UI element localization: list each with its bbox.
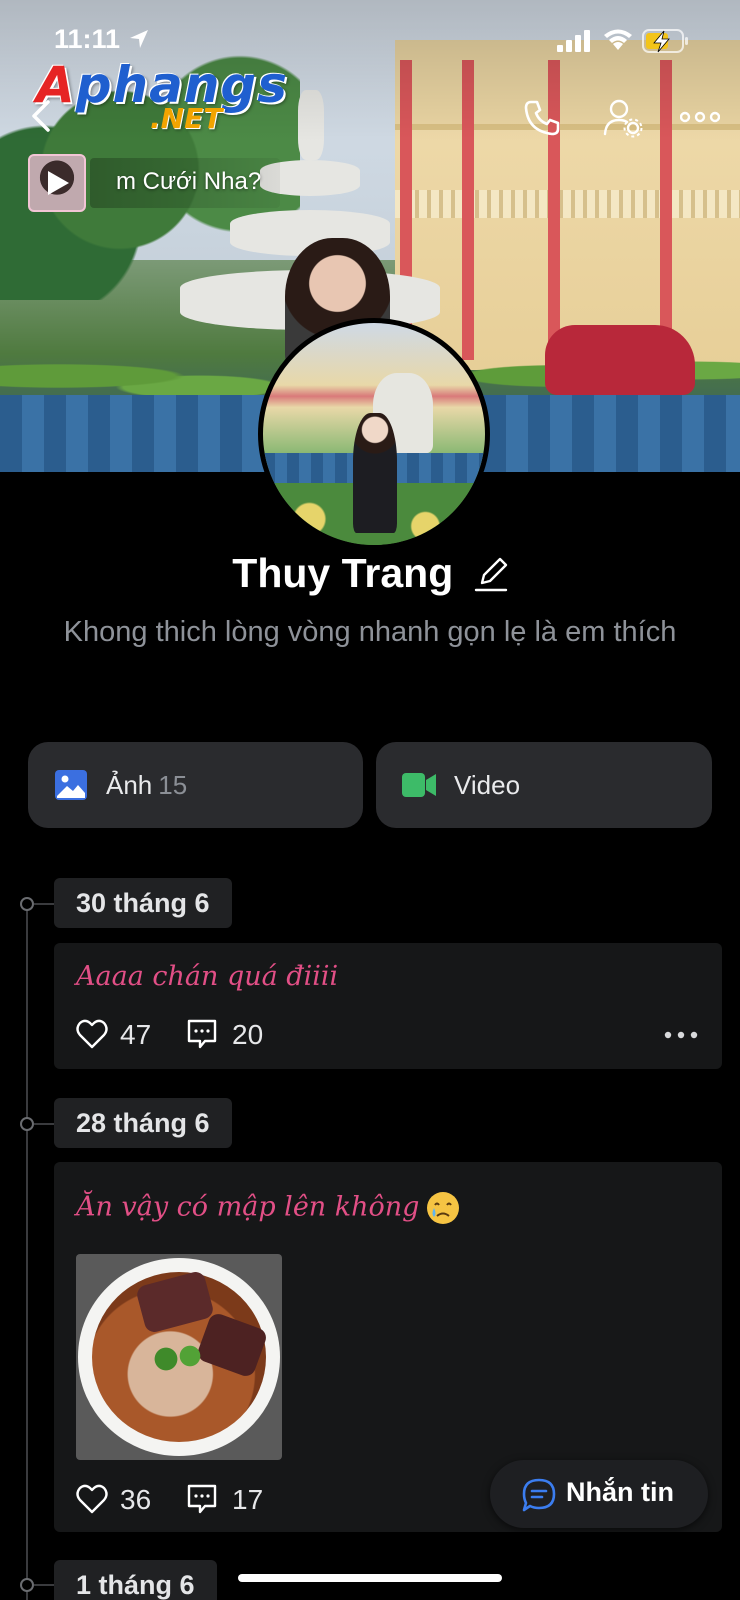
timeline-dot (20, 1117, 34, 1131)
photo-icon (55, 770, 87, 800)
home-indicator[interactable] (238, 1574, 502, 1582)
like-count: 47 (120, 1019, 152, 1050)
status-time: 11:11 (54, 24, 121, 54)
avatar-person (353, 413, 397, 533)
profile-music[interactable]: m Cưới Nha? (28, 154, 288, 212)
post-more-icon[interactable] (664, 1031, 698, 1039)
comment-icon[interactable] (186, 1018, 218, 1050)
timeline-line (26, 902, 28, 1600)
chat-bubble-icon (522, 1478, 556, 1512)
watermark-logo: Aphangs .NET (36, 56, 287, 136)
edit-pencil-icon[interactable] (474, 555, 508, 593)
back-chevron-icon[interactable] (26, 98, 56, 134)
comment-count: 17 (232, 1484, 264, 1515)
herbs (148, 1344, 208, 1374)
post-text: Aaaa chán quá điiii (76, 961, 339, 992)
crying-face-emoji-icon (427, 1192, 460, 1224)
photos-label: Ảnh 15 (106, 770, 187, 801)
play-icon[interactable] (46, 170, 70, 196)
comment-count: 20 (232, 1019, 264, 1050)
post-photo[interactable] (76, 1254, 282, 1460)
date-chip: 1 tháng 6 (54, 1560, 217, 1600)
heart-icon[interactable] (76, 1019, 108, 1049)
date-chip: 28 tháng 6 (54, 1098, 232, 1148)
battery-charging-icon (642, 29, 688, 53)
cellular-signal-icon (557, 30, 590, 52)
like-count: 36 (120, 1484, 152, 1515)
profile-name: Thuy Trang (232, 550, 454, 596)
timeline-connector (34, 903, 54, 905)
date-chip: 30 tháng 6 (54, 878, 232, 928)
phone-call-icon[interactable] (522, 98, 562, 138)
message-button[interactable]: Nhắn tin (490, 1460, 708, 1528)
timeline-dot (20, 1578, 34, 1592)
status-bar: 11:11 (0, 22, 740, 58)
message-button-label: Nhắn tin (566, 1477, 674, 1507)
videos-button[interactable]: Video (376, 742, 712, 828)
profile-bio: Khong thich lòng vòng nhanh gọn lẹ là em… (63, 616, 677, 648)
post-text-row: Ăn vậy có mập lên không (76, 1190, 461, 1226)
post-text: Ăn vậy có mập lên không (76, 1191, 420, 1223)
photos-count: 15 (158, 770, 188, 800)
timeline-connector (34, 1584, 54, 1586)
video-camera-icon (402, 773, 436, 797)
profile-name-row: Thuy Trang (0, 550, 740, 610)
timeline-dot (20, 897, 34, 911)
heart-icon[interactable] (76, 1484, 108, 1514)
comment-icon[interactable] (186, 1483, 218, 1515)
photos-button[interactable]: Ảnh 15 (28, 742, 363, 828)
watermark-line2: .NET (150, 102, 223, 135)
timeline-connector (34, 1123, 54, 1125)
avatar[interactable] (258, 318, 490, 550)
post-card[interactable]: Aaaa chán quá điiii 47 20 (54, 943, 722, 1069)
wifi-icon (604, 29, 632, 50)
more-options-icon[interactable] (680, 105, 720, 129)
music-title: m Cưới Nha? (116, 168, 262, 195)
photos-label-text: Ảnh (106, 770, 153, 800)
location-arrow-icon (130, 30, 148, 48)
profile-settings-icon[interactable] (602, 98, 644, 138)
videos-label: Video (454, 770, 521, 800)
